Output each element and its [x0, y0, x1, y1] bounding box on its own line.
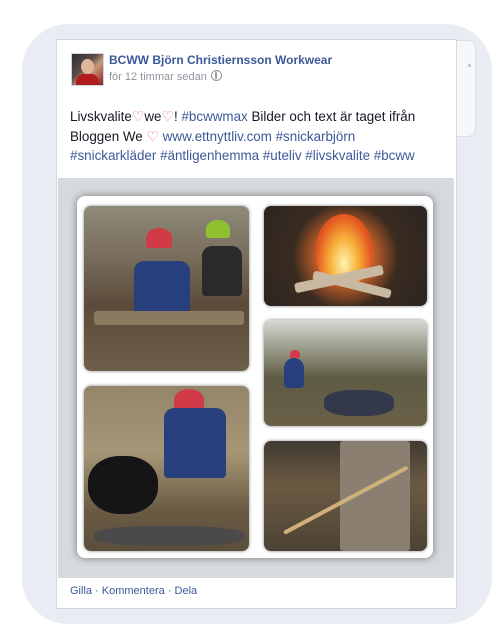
post-actions[interactable]: Gilla · Kommentera · Dela: [70, 585, 197, 597]
collage-photo-stream: [264, 320, 427, 426]
hashtag-link[interactable]: #bcwwmax: [181, 109, 247, 124]
post-time[interactable]: för 12 timmar sedan: [109, 71, 207, 83]
hashtag-link[interactable]: #livskvalite: [305, 148, 370, 163]
heart-icon: ♡: [131, 108, 145, 124]
photo-collage: [77, 196, 433, 558]
heart-icon: ♡: [146, 127, 159, 144]
scroll-handle[interactable]: [457, 40, 476, 137]
website-link[interactable]: www.ettnyttliv.com: [163, 129, 272, 144]
hashtag-link[interactable]: #uteliv: [263, 148, 302, 163]
globe-icon: [210, 70, 222, 81]
post-photo[interactable]: [58, 178, 454, 578]
post-meta: för 12 timmar sedan: [109, 70, 222, 83]
post-author[interactable]: BCWW Björn Christiernsson Workwear: [109, 53, 332, 67]
hashtag-link[interactable]: #bcww: [374, 148, 415, 163]
handle-dot-icon: [468, 64, 471, 67]
hashtag-link[interactable]: #snickarkläder: [70, 148, 156, 163]
collage-photo-stick: [264, 441, 427, 551]
post-text: Livskvalite♡we♡! #bcwwmax Bilder och tex…: [70, 108, 416, 163]
collage-photo-campfire: [264, 206, 427, 306]
hashtag-link[interactable]: #snickarbjörn: [276, 129, 356, 144]
heart-icon: ♡: [161, 108, 175, 124]
avatar[interactable]: [71, 53, 104, 86]
collage-photo-dog: [84, 386, 249, 551]
collage-photo-kids: [84, 206, 249, 371]
hashtag-link[interactable]: #äntligenhemma: [160, 148, 259, 163]
